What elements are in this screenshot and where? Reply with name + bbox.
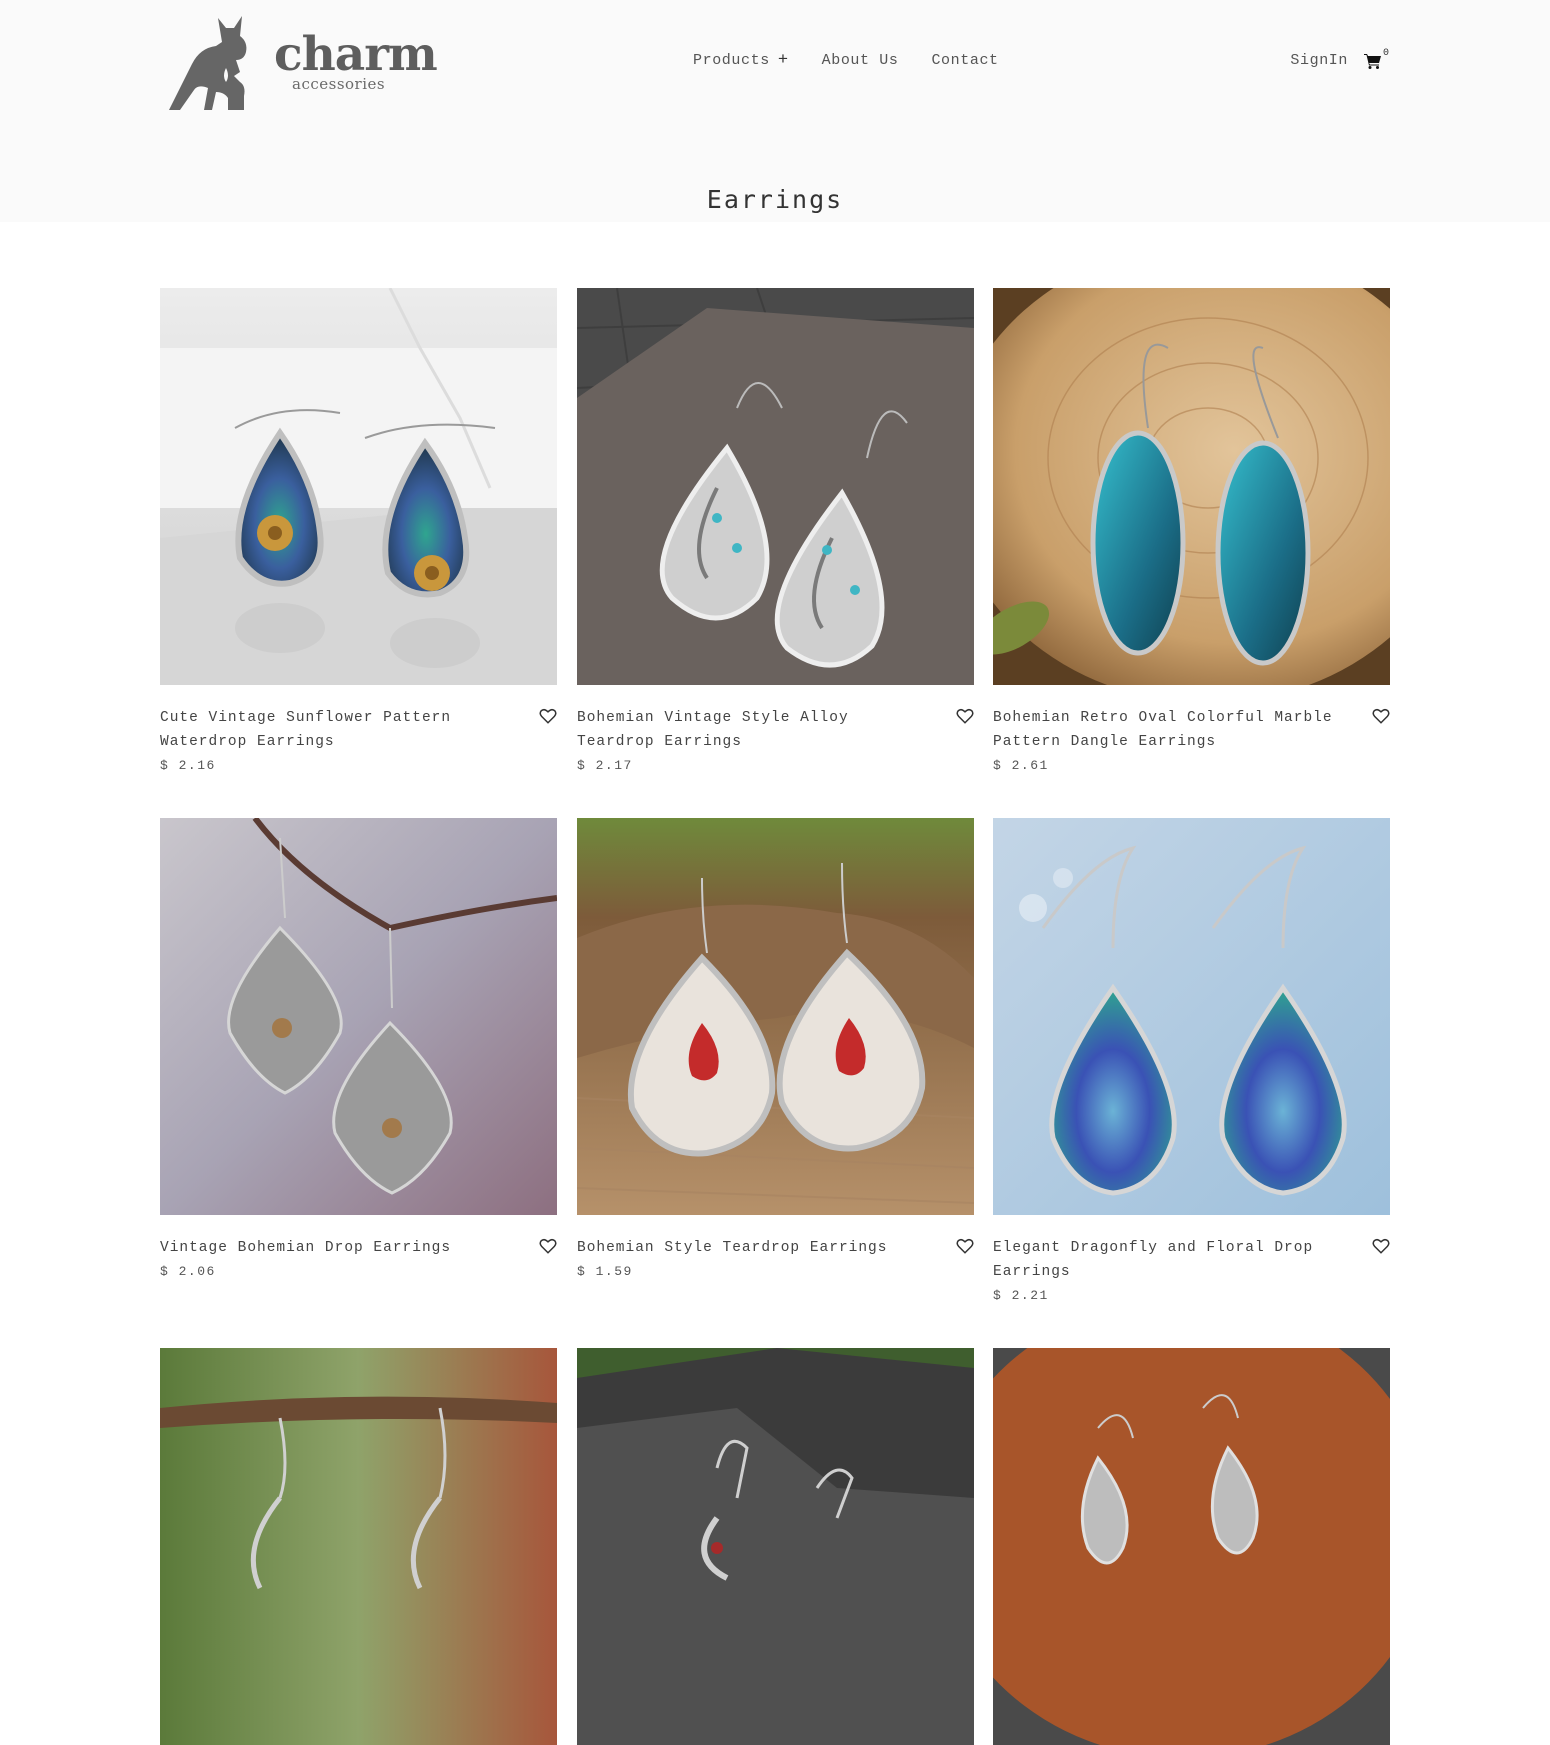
nav-contact[interactable]: Contact (931, 52, 998, 69)
heart-outline-icon[interactable] (956, 707, 974, 725)
heart-outline-icon[interactable] (539, 707, 557, 725)
heart-outline-icon[interactable] (1372, 707, 1390, 725)
heart-outline-icon[interactable] (956, 1237, 974, 1255)
product-name[interactable]: Cute Vintage Sunflower Pattern Waterdrop… (160, 706, 500, 754)
brand-name: charm (274, 27, 438, 82)
page-title: Earrings (706, 185, 844, 214)
product-price: $ 2.06 (160, 1264, 216, 1279)
product-image[interactable] (993, 818, 1390, 1215)
signin-link[interactable]: SignIn (1290, 52, 1348, 69)
heart-outline-icon[interactable] (1372, 1237, 1390, 1255)
product-image[interactable] (577, 1348, 974, 1745)
product-image[interactable] (160, 818, 557, 1215)
product-info: Cute Vintage Sunflower Pattern Waterdrop… (160, 706, 500, 778)
brand-tagline: accessories (292, 75, 386, 93)
cart-button[interactable]: 0 (1364, 48, 1390, 72)
product-price: $ 1.59 (577, 1264, 633, 1279)
brand-logo[interactable]: charm accessories (164, 12, 438, 112)
product-image[interactable] (993, 1348, 1390, 1745)
product-image[interactable] (160, 288, 557, 685)
site-header: charm accessories Products + About Us Con… (160, 0, 1390, 125)
product-price: $ 2.21 (993, 1288, 1049, 1303)
product-image[interactable] (577, 818, 974, 1215)
product-name[interactable]: Vintage Bohemian Drop Earrings (160, 1236, 500, 1260)
product-price: $ 2.17 (577, 758, 633, 773)
product-info: Bohemian Retro Oval Colorful Marble Patt… (993, 706, 1333, 778)
heart-outline-icon[interactable] (539, 1237, 557, 1255)
kangaroo-logo-icon (169, 16, 247, 110)
product-info: Bohemian Vintage Style Alloy Teardrop Ea… (577, 706, 917, 778)
product-name[interactable]: Bohemian Vintage Style Alloy Teardrop Ea… (577, 706, 917, 754)
product-info: Elegant Dragonfly and Floral Drop Earrin… (993, 1236, 1333, 1308)
product-info: Bohemian Style Teardrop Earrings $ 1.59 (577, 1236, 917, 1284)
product-image[interactable] (577, 288, 974, 685)
cart-count-badge: 0 (1383, 48, 1390, 59)
account-area: SignIn 0 (1290, 48, 1390, 72)
plus-icon[interactable]: + (778, 51, 789, 70)
nav-about-us[interactable]: About Us (822, 52, 899, 69)
product-name[interactable]: Elegant Dragonfly and Floral Drop Earrin… (993, 1236, 1333, 1284)
shopping-cart-icon (1364, 54, 1381, 69)
main-nav: Products + About Us Contact (693, 51, 999, 70)
product-info: Vintage Bohemian Drop Earrings $ 2.06 (160, 1236, 500, 1284)
product-image[interactable] (160, 1348, 557, 1745)
product-price: $ 2.61 (993, 758, 1049, 773)
nav-products-label: Products (693, 52, 770, 69)
product-price: $ 2.16 (160, 758, 216, 773)
product-name[interactable]: Bohemian Retro Oval Colorful Marble Patt… (993, 706, 1333, 754)
product-image[interactable] (993, 288, 1390, 685)
nav-products[interactable]: Products + (693, 51, 789, 70)
product-name[interactable]: Bohemian Style Teardrop Earrings (577, 1236, 917, 1260)
